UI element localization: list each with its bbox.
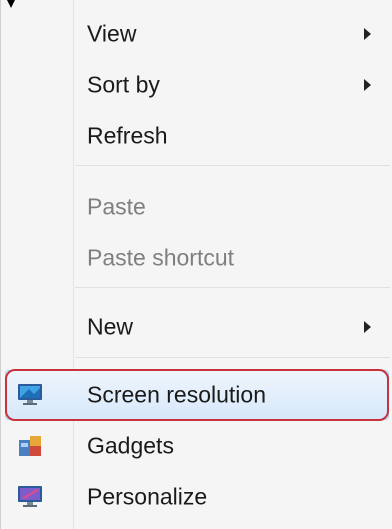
desktop-context-menu: View Sort by Refresh Paste Paste shortcu… <box>0 0 392 529</box>
menu-item-label: Sort by <box>87 71 160 98</box>
menu-item-label: Refresh <box>87 122 168 149</box>
menu-item-label: Paste <box>87 193 146 220</box>
menu-item-view[interactable]: View <box>1 12 392 56</box>
menu-separator <box>75 287 390 288</box>
menu-separator <box>75 357 390 358</box>
menu-item-label: Gadgets <box>87 432 174 459</box>
menu-item-label: Personalize <box>87 483 208 510</box>
menu-item-paste: Paste <box>1 185 392 229</box>
menu-item-refresh[interactable]: Refresh <box>1 114 392 158</box>
menu-item-label: New <box>87 313 134 340</box>
cursor-icon <box>7 0 15 8</box>
menu-item-personalize[interactable]: Personalize <box>1 475 392 519</box>
menu-item-label: Paste shortcut <box>87 244 235 271</box>
monitor-icon <box>18 384 42 405</box>
submenu-arrow-icon <box>364 28 371 40</box>
menu-separator <box>75 165 390 166</box>
menu-item-paste-shortcut: Paste shortcut <box>1 236 392 280</box>
submenu-arrow-icon <box>364 321 371 333</box>
submenu-arrow-icon <box>364 79 371 91</box>
menu-item-label: Screen resolution <box>87 381 266 408</box>
menu-item-label: View <box>87 20 137 47</box>
menu-item-new[interactable]: New <box>1 305 392 349</box>
menu-item-sort-by[interactable]: Sort by <box>1 63 392 107</box>
menu-item-gadgets[interactable]: Gadgets <box>1 424 392 468</box>
gadgets-icon <box>19 436 41 456</box>
menu-item-screen-resolution[interactable]: Screen resolution <box>1 373 392 417</box>
personalize-icon <box>18 486 42 507</box>
